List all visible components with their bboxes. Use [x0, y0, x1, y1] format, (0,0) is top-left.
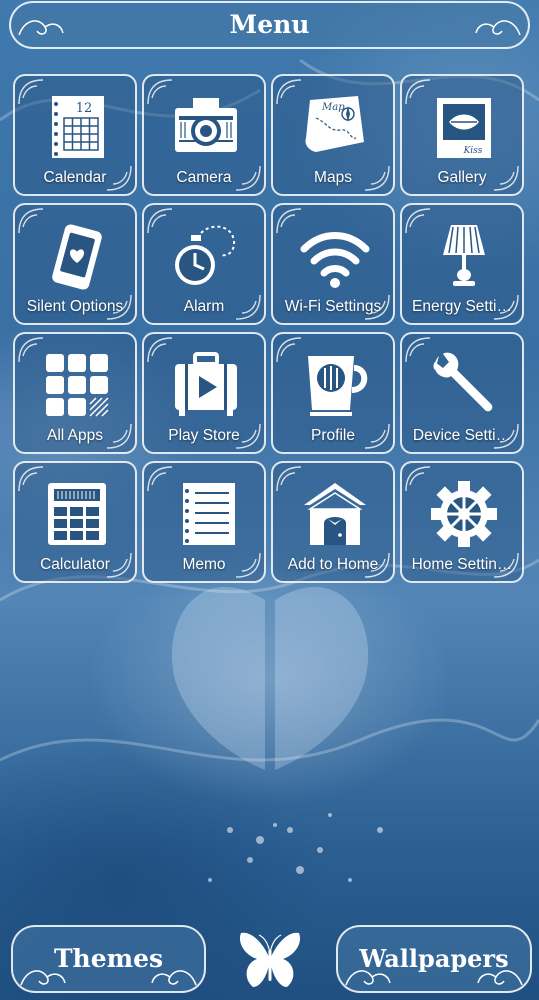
flourish-ornament-icon: [477, 970, 523, 986]
app-tile-gallery[interactable]: Kiss Gallery: [400, 74, 524, 196]
app-tile-silent-options[interactable]: Silent Options: [13, 203, 137, 325]
flourish-ornament-icon: [151, 970, 197, 986]
photo-caption: Kiss: [463, 146, 483, 156]
app-tile-wifi-settings[interactable]: Wi-Fi Settings: [271, 203, 395, 325]
app-label: Camera: [176, 169, 232, 186]
butterfly-icon[interactable]: [237, 929, 303, 991]
notebook-icon: [183, 483, 235, 545]
camera-icon: [175, 98, 237, 152]
app-label: Device Setti…: [412, 427, 512, 444]
gear-icon: [431, 481, 497, 547]
app-tile-play-store[interactable]: Play Store: [142, 332, 266, 454]
app-tile-home-settings[interactable]: Home Settin…: [400, 461, 524, 583]
app-tile-calculator[interactable]: Calculator: [13, 461, 137, 583]
app-tile-profile[interactable]: Profile: [271, 332, 395, 454]
app-tile-device-settings[interactable]: Device Setti…: [400, 332, 524, 454]
app-tile-all-apps[interactable]: All Apps: [13, 332, 137, 454]
menu-header: Menu: [9, 1, 530, 49]
app-label: Alarm: [183, 298, 225, 315]
app-tile-camera[interactable]: Camera: [142, 74, 266, 196]
app-tile-energy-settings[interactable]: Energy Setti…: [400, 203, 524, 325]
suitcase-play-icon: [175, 352, 237, 416]
coffee-cup-icon: [308, 356, 368, 416]
house-icon: [304, 483, 366, 545]
wallpapers-button[interactable]: Wallpapers: [336, 925, 532, 993]
map-icon: Map: [305, 96, 364, 152]
phone-heart-icon: [52, 224, 102, 290]
app-label: Silent Options: [26, 298, 124, 315]
app-label: Calendar: [43, 169, 107, 186]
alarm-clock-icon: [175, 225, 235, 285]
themes-label: Themes: [53, 944, 164, 973]
flourish-ornament-icon: [20, 970, 66, 986]
app-label: Gallery: [437, 169, 487, 186]
app-tile-add-to-home[interactable]: Add to Home: [271, 461, 395, 583]
app-tile-maps[interactable]: Map Maps: [271, 74, 395, 196]
wrench-icon: [433, 352, 493, 412]
app-tile-calendar[interactable]: 12 Calendar: [13, 74, 137, 196]
app-label: Home Settin…: [411, 556, 513, 573]
app-label: Profile: [311, 427, 355, 444]
app-tile-memo[interactable]: Memo: [142, 461, 266, 583]
app-label: Play Store: [168, 427, 240, 444]
calendar-number: 12: [76, 101, 93, 116]
wifi-icon: [300, 232, 370, 288]
grid-icon: [46, 354, 109, 417]
app-label: Maps: [314, 169, 352, 186]
flourish-ornament-icon: [345, 970, 391, 986]
calculator-icon: [48, 483, 106, 545]
map-label: Map: [321, 102, 345, 113]
app-label: Calculator: [40, 556, 110, 573]
lamp-icon: [443, 225, 485, 286]
app-tile-alarm[interactable]: Alarm: [142, 203, 266, 325]
app-label: All Apps: [46, 427, 103, 444]
themes-button[interactable]: Themes: [11, 925, 206, 993]
photo-icon: Kiss: [437, 98, 491, 158]
app-label: Energy Setti…: [412, 298, 512, 315]
flourish-ornament-icon: [18, 20, 64, 36]
calendar-icon: 12: [52, 96, 104, 158]
flourish-ornament-icon: [475, 20, 521, 36]
menu-title: Menu: [229, 10, 310, 39]
app-label: Memo: [182, 556, 226, 573]
app-label: Add to Home: [287, 556, 379, 573]
app-label: Wi-Fi Settings: [284, 298, 382, 315]
